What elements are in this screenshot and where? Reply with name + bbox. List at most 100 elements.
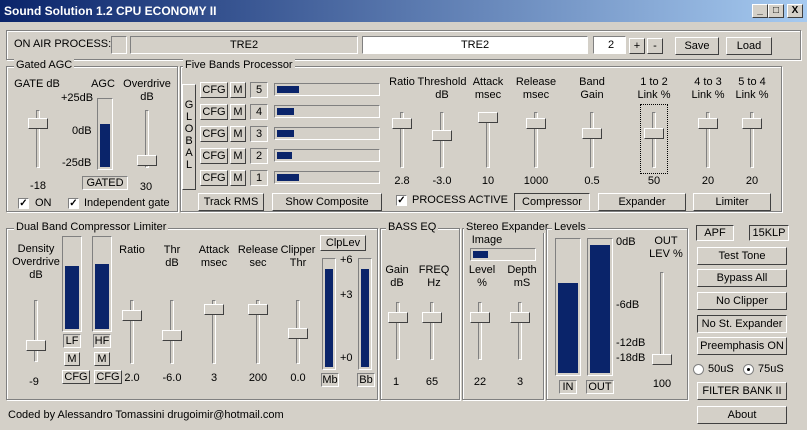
stereo-depth-value: 3 (516, 376, 524, 388)
show-composite-button[interactable]: Show Composite (272, 193, 382, 211)
bass-gain-slider-thumb[interactable] (388, 312, 408, 323)
stereo-level-value: 22 (473, 376, 487, 388)
dual-band-param-label: Clipper Thr (280, 244, 316, 269)
lf-label: LF (63, 334, 81, 348)
bass-freq-label: FREQ Hz (418, 264, 450, 289)
agc-meter-fill (100, 124, 110, 167)
dual-band-slider-thumb[interactable] (288, 328, 308, 339)
15klp-button[interactable]: 15KLP (749, 225, 789, 241)
mb-label: Mb (321, 373, 339, 387)
out-lev-slider-track[interactable] (660, 272, 664, 364)
save-button[interactable]: Save (675, 37, 719, 55)
preset-name-input[interactable]: TRE2 (362, 36, 588, 54)
independent-gate-checkbox[interactable]: ✓ (68, 198, 79, 209)
dual-band-slider-thumb[interactable] (204, 304, 224, 315)
band-slider-thumb[interactable] (742, 118, 762, 129)
band-param-label: Band Gain (579, 76, 605, 101)
band-slider-track[interactable] (590, 112, 594, 168)
load-button[interactable]: Load (726, 37, 772, 55)
dual-band-slider-thumb[interactable] (162, 330, 182, 341)
preset-plus-button[interactable]: + (629, 38, 645, 54)
band-meter-fill (277, 174, 300, 181)
clp-scale-bottom: +0 (340, 352, 353, 364)
preset-number[interactable]: 2 (593, 36, 626, 54)
track-rms-button[interactable]: Track RMS (198, 193, 264, 211)
bass-freq-slider-track[interactable] (430, 302, 434, 360)
filter-bank-button[interactable]: FILTER BANK II (697, 382, 787, 400)
about-button[interactable]: About (697, 406, 787, 424)
band-slider-thumb[interactable] (432, 130, 452, 141)
independent-gate-label: Independent gate (84, 197, 170, 209)
band-cfg-button[interactable]: CFG (200, 126, 228, 142)
no-st-expander-button[interactable]: No St. Expander (697, 315, 787, 333)
band-slider-thumb[interactable] (698, 118, 718, 129)
process-active-checkbox[interactable]: ✓ (396, 195, 407, 206)
close-button[interactable]: X (787, 4, 803, 18)
band-mute-button[interactable]: M (230, 170, 246, 186)
band-param-value: 10 (481, 175, 495, 187)
test-tone-button[interactable]: Test Tone (697, 247, 787, 265)
band-mute-button[interactable]: M (230, 148, 246, 164)
gated-indicator: GATED (82, 176, 128, 190)
minimize-button[interactable]: _ (752, 4, 768, 18)
apf-button[interactable]: APF (696, 225, 734, 241)
out-lev-slider-thumb[interactable] (652, 354, 672, 365)
overdrive-slider-thumb[interactable] (137, 155, 157, 166)
stereo-level-slider-thumb[interactable] (470, 312, 490, 323)
band-param-value: -3.0 (432, 175, 452, 187)
lf-mute-button[interactable]: M (64, 352, 80, 366)
agc-scale-top: +25dB (61, 92, 94, 104)
radio-50us[interactable] (693, 364, 704, 375)
stereo-depth-slider-thumb[interactable] (510, 312, 530, 323)
hf-mute-button[interactable]: M (94, 352, 110, 366)
band-slider-thumb[interactable] (478, 112, 498, 123)
stereo-expander-title: Stereo Expander (464, 221, 551, 233)
band-slider-thumb[interactable] (392, 118, 412, 129)
on-air-label: ON AIR PROCESS: (14, 38, 112, 50)
lf-cfg-button[interactable]: CFG (62, 370, 90, 384)
band-slider-thumb[interactable] (526, 118, 546, 129)
preemphasis-button[interactable]: Preemphasis ON (697, 337, 787, 355)
clplev-button[interactable]: ClpLev (320, 235, 366, 251)
dual-band-slider-thumb[interactable] (122, 310, 142, 321)
dual-band-slider-thumb[interactable] (248, 304, 268, 315)
maximize-button[interactable]: □ (768, 4, 784, 18)
band-number: 2 (250, 148, 268, 164)
lf-meter (62, 236, 82, 332)
no-clipper-button[interactable]: No Clipper (697, 292, 787, 310)
limiter-button[interactable]: Limiter (693, 193, 771, 211)
bass-gain-slider-track[interactable] (396, 302, 400, 360)
band-cfg-button[interactable]: CFG (200, 82, 228, 98)
bb-label: Bb (357, 373, 375, 387)
band-cfg-button[interactable]: CFG (200, 104, 228, 120)
stereo-level-slider-track[interactable] (478, 302, 482, 360)
global-button[interactable]: GLOBAL (182, 84, 196, 190)
out-meter-fill (590, 244, 610, 373)
stereo-depth-slider-track[interactable] (518, 302, 522, 360)
expander-button[interactable]: Expander (598, 193, 686, 211)
overdrive-value: 30 (139, 181, 153, 193)
band-parameter-columns: Ratio 2.8 Threshold dB -3.0 Attack msec 10 Rel… (384, 76, 780, 188)
image-meter (470, 248, 536, 261)
band-meter-fill (277, 108, 295, 115)
bass-freq-slider-thumb[interactable] (422, 312, 442, 323)
preset-minus-button[interactable]: - (647, 38, 663, 54)
link-slider-focus (640, 104, 668, 174)
band-cfg-button[interactable]: CFG (200, 148, 228, 164)
band-cfg-button[interactable]: CFG (200, 170, 228, 186)
radio-75us[interactable] (743, 364, 754, 375)
density-slider-thumb[interactable] (26, 340, 46, 351)
gate-slider-thumb[interactable] (28, 118, 48, 129)
compressor-button[interactable]: Compressor (514, 193, 590, 211)
gate-on-checkbox[interactable]: ✓ (18, 198, 29, 209)
band-param-value: 20 (745, 175, 759, 187)
hf-label: HF (93, 334, 111, 348)
band-mute-button[interactable]: M (230, 126, 246, 142)
band-mute-button[interactable]: M (230, 82, 246, 98)
bypass-all-button[interactable]: Bypass All (697, 269, 787, 287)
band-slider-thumb[interactable] (582, 128, 602, 139)
band-mute-button[interactable]: M (230, 104, 246, 120)
preset-display: TRE2 (130, 36, 358, 54)
dual-band-param-value: 3 (210, 372, 218, 384)
density-slider-track[interactable] (34, 300, 38, 362)
